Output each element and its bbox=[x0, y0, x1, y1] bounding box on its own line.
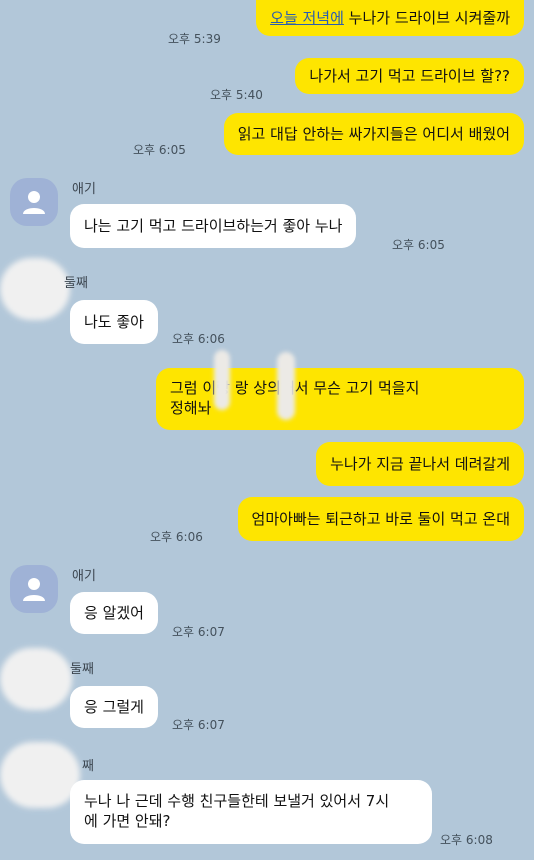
avatar[interactable] bbox=[10, 178, 58, 226]
redacted-avatar bbox=[0, 742, 80, 808]
their-message-bubble[interactable]: 응 알겠어 bbox=[70, 592, 158, 634]
sender-name: 둘째 bbox=[70, 662, 94, 677]
person-silhouette-icon bbox=[23, 191, 45, 214]
message-text: 누나가 지금 끝나서 데려갈게 bbox=[330, 455, 510, 473]
their-message-bubble[interactable]: 나는 고기 먹고 드라이브하는거 좋아 누나 bbox=[70, 204, 357, 248]
sender-name: 애기 bbox=[72, 182, 96, 197]
message-text: 나도 좋아 bbox=[84, 313, 144, 331]
their-message-bubble[interactable]: 응 그럴게 bbox=[70, 686, 158, 728]
message-time: 오후 6:07 bbox=[172, 718, 225, 732]
message-time: 오후 6:05 bbox=[133, 143, 186, 157]
message-text-line: 에 가면 안돼? bbox=[84, 812, 171, 830]
my-message-bubble[interactable]: 나가서 고기 먹고 드라이브 할?? bbox=[295, 58, 524, 94]
person-silhouette-icon bbox=[23, 578, 45, 601]
message-text: 응 그럴게 bbox=[84, 698, 144, 716]
message-link[interactable]: 오늘 저녁에 bbox=[270, 9, 344, 27]
message-text: 엄마아빠는 퇴근하고 바로 둘이 먹고 온대 bbox=[251, 510, 510, 528]
my-message-bubble[interactable]: 그럼 이랑 랑 상의해서 무슨 고기 먹을지 정해놔 bbox=[156, 368, 524, 430]
message-text: 나는 고기 먹고 드라이브하는거 좋아 누나 bbox=[84, 217, 343, 235]
message-time: 오후 6:07 bbox=[172, 625, 225, 639]
their-message-bubble[interactable]: 나도 좋아 bbox=[70, 300, 158, 344]
message-text: 읽고 대답 안하는 싸가지들은 어디서 배웠어 bbox=[237, 125, 510, 143]
message-time: 오후 5:39 bbox=[168, 32, 221, 46]
redacted-name bbox=[214, 350, 230, 410]
avatar[interactable] bbox=[10, 565, 58, 613]
redacted-avatar bbox=[0, 258, 70, 320]
my-message-bubble[interactable]: 누나가 지금 끝나서 데려갈게 bbox=[316, 442, 524, 486]
message-time: 오후 6:06 bbox=[150, 530, 203, 544]
message-time: 오후 6:06 bbox=[172, 332, 225, 346]
message-time: 오후 5:40 bbox=[210, 88, 263, 102]
message-text: 응 알겠어 bbox=[84, 604, 144, 622]
sender-name: 째 bbox=[82, 759, 94, 774]
my-message-bubble[interactable]: 읽고 대답 안하는 싸가지들은 어디서 배웠어 bbox=[223, 113, 524, 155]
their-message-bubble[interactable]: 누나 나 근데 수행 친구들한테 보낼거 있어서 7시 에 가면 안돼? bbox=[70, 780, 432, 844]
my-message-bubble[interactable]: 엄마아빠는 퇴근하고 바로 둘이 먹고 온대 bbox=[237, 497, 524, 541]
redacted-avatar bbox=[0, 648, 72, 710]
message-time: 오후 6:08 bbox=[440, 833, 493, 847]
message-time: 오후 6:05 bbox=[392, 238, 445, 252]
my-message-bubble[interactable]: 오늘 저녁에 누나가 드라이브 시켜줄까 bbox=[256, 0, 524, 36]
sender-name: 애기 bbox=[72, 569, 96, 584]
sender-name: 둘째 bbox=[64, 276, 88, 291]
message-text-line: 누나 나 근데 수행 친구들한테 보낼거 있어서 7시 bbox=[84, 792, 390, 810]
message-text: 나가서 고기 먹고 드라이브 할?? bbox=[309, 67, 510, 85]
redacted-name bbox=[277, 352, 295, 420]
message-text: 누나가 드라이브 시켜줄까 bbox=[343, 9, 510, 27]
